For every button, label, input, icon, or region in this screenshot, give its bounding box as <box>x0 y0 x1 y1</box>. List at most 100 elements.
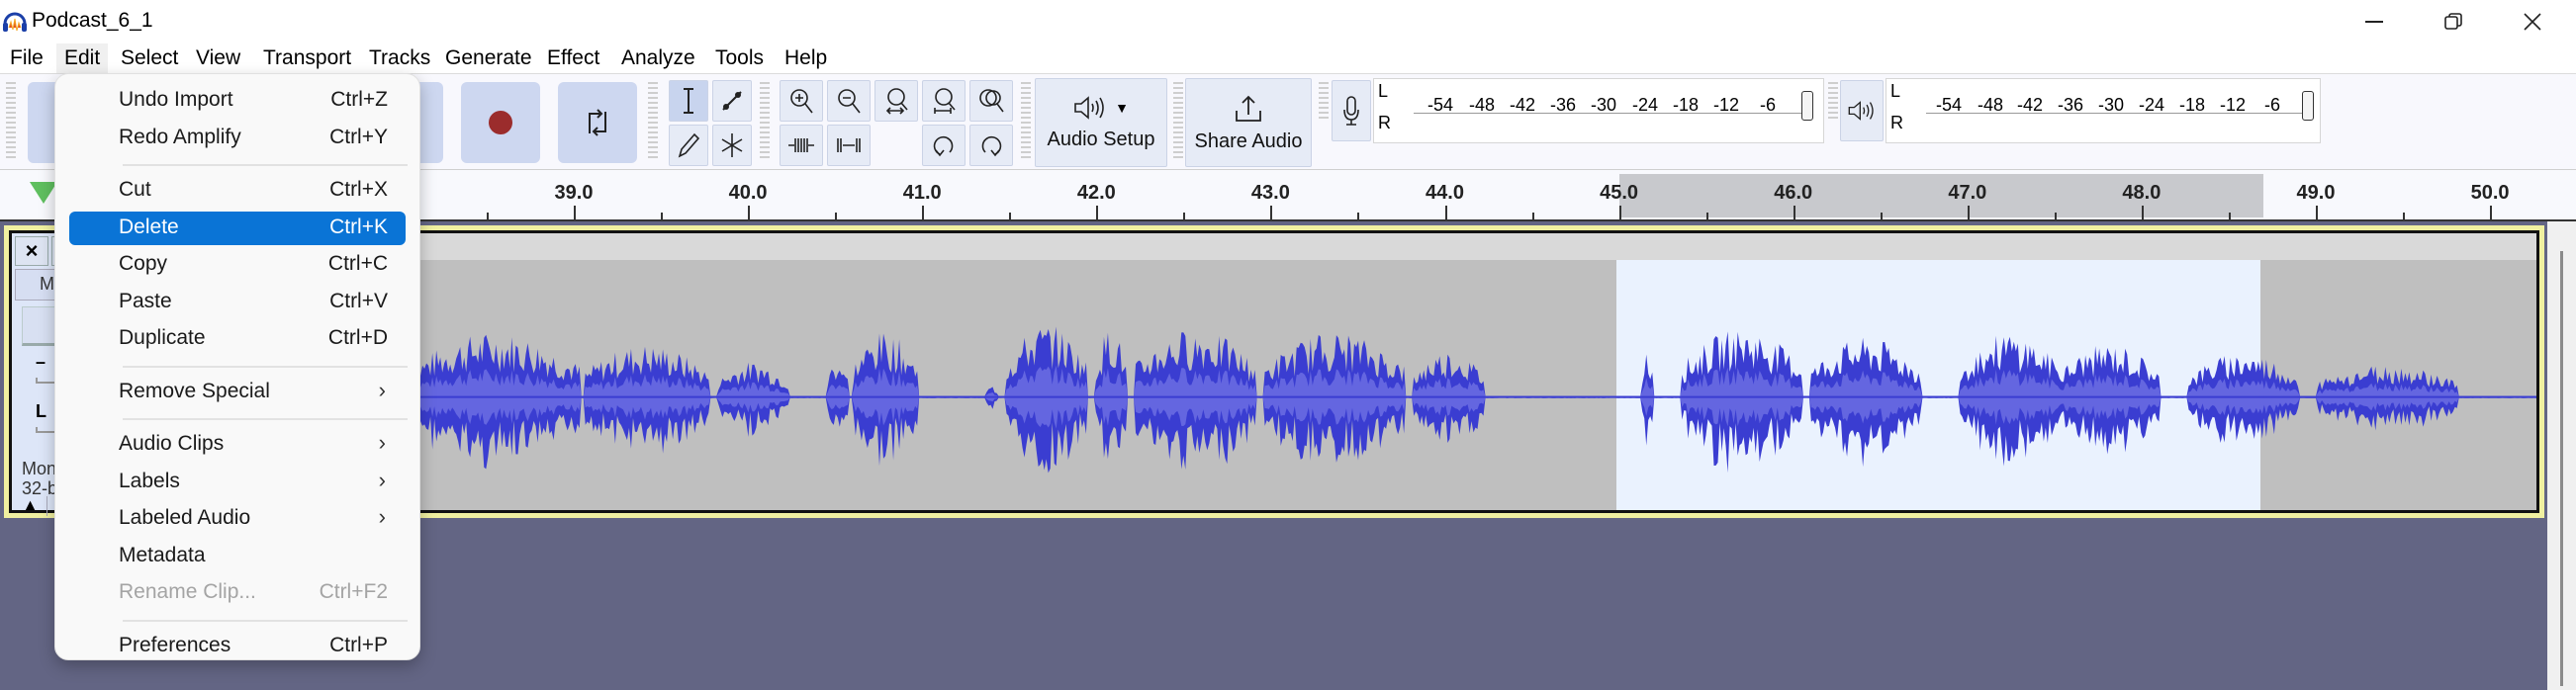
menu-edit[interactable]: Edit <box>56 43 109 73</box>
menu-analyze[interactable]: Analyze <box>613 43 703 73</box>
audio-clip[interactable] <box>411 233 2536 510</box>
meter-tick: -48 <box>1978 95 2004 115</box>
menu-item-label: Copy <box>119 252 168 275</box>
close-icon: × <box>25 238 39 263</box>
playback-meter[interactable]: L R -54 -48 -42 -36 -30 -24 -18 -12 -6 <box>1886 78 2321 143</box>
menu-tracks[interactable]: Tracks <box>361 43 438 73</box>
menu-tools[interactable]: Tools <box>707 43 772 73</box>
menu-item-label: Audio Clips <box>119 432 225 455</box>
menu-select[interactable]: Select <box>113 43 186 73</box>
redo-button[interactable] <box>969 125 1013 166</box>
fit-project-button[interactable] <box>922 80 966 122</box>
scrollbar-thumb[interactable] <box>2560 251 2563 686</box>
menu-item-undo-import[interactable]: Undo Import Ctrl+Z <box>69 84 406 118</box>
ruler-label: 46.0 <box>1774 182 1813 204</box>
zoom-toggle-button[interactable] <box>969 80 1013 122</box>
menu-item-paste[interactable]: Paste Ctrl+V <box>69 286 406 319</box>
ruler-minor-tick <box>2403 213 2406 219</box>
menu-item-label: Labeled Audio <box>119 506 251 529</box>
ruler-major-tick <box>1270 206 1273 219</box>
multi-tool-button[interactable] <box>712 125 752 166</box>
minimize-button[interactable] <box>2330 0 2419 43</box>
ruler-major-tick <box>922 206 925 219</box>
zoom-fit-icon <box>934 88 956 114</box>
menu-item-shortcut: Ctrl+K <box>329 215 388 238</box>
speaker-icon <box>1848 101 1874 121</box>
vertical-scrollbar[interactable] <box>2547 221 2576 690</box>
menu-effect[interactable]: Effect <box>539 43 607 73</box>
menu-separator <box>123 164 408 166</box>
silence-icon <box>837 138 861 152</box>
menu-item-delete[interactable]: Delete Ctrl+K <box>69 211 406 245</box>
toolbar-grip[interactable] <box>1173 82 1183 161</box>
menu-item-remove-special[interactable]: Remove Special › <box>69 376 406 409</box>
playback-meter-button[interactable] <box>1840 80 1884 141</box>
menu-item-metadata[interactable]: Metadata <box>69 540 406 573</box>
menu-file[interactable]: File <box>2 43 51 73</box>
meter-slider-handle[interactable] <box>2302 91 2314 121</box>
play-head-icon[interactable] <box>30 182 57 204</box>
undo-button[interactable] <box>922 125 966 166</box>
toolbar-grip[interactable] <box>6 82 16 161</box>
share-icon <box>1236 95 1261 122</box>
audio-setup-button[interactable]: ▼ Audio Setup <box>1035 78 1167 167</box>
menu-item-preferences[interactable]: Preferences Ctrl+P <box>69 630 406 663</box>
loop-button[interactable] <box>558 82 637 163</box>
meter-slider-handle[interactable] <box>1801 91 1813 121</box>
loop-icon <box>589 109 606 136</box>
menu-item-copy[interactable]: Copy Ctrl+C <box>69 248 406 282</box>
meter-tick: -48 <box>1469 95 1496 115</box>
record-button[interactable] <box>461 82 540 163</box>
envelope-icon <box>722 91 742 111</box>
record-meter-button[interactable] <box>1332 80 1371 141</box>
zoom-out-button[interactable] <box>827 80 871 122</box>
ruler-label: 45.0 <box>1600 182 1639 204</box>
waveform[interactable] <box>411 260 2536 522</box>
fit-selection-button[interactable] <box>874 80 918 122</box>
meter-tick: -24 <box>1632 95 1659 115</box>
draw-tool-button[interactable] <box>669 125 708 166</box>
toolbar-grip[interactable] <box>760 82 770 161</box>
meter-tick: -18 <box>1673 95 1700 115</box>
meter-tick: -6 <box>2264 95 2281 115</box>
collapse-track-button[interactable]: ▲ <box>14 496 47 516</box>
menu-item-rename-clip: Rename Clip... Ctrl+F2 <box>69 576 406 610</box>
toolbar-grip[interactable] <box>1021 82 1031 161</box>
trim-audio-button[interactable] <box>780 125 823 166</box>
menu-view[interactable]: View <box>188 43 248 73</box>
meter-tick: -54 <box>1936 95 1963 115</box>
close-button[interactable] <box>2488 0 2576 43</box>
menu-separator <box>123 418 408 420</box>
ruler-label: 43.0 <box>1250 182 1290 204</box>
zoom-in-button[interactable] <box>780 80 823 122</box>
menu-item-label: Cut <box>119 178 151 201</box>
track-close-button[interactable]: × <box>15 236 48 266</box>
menu-item-labeled-audio[interactable]: Labeled Audio › <box>69 502 406 536</box>
menu-item-redo-amplify[interactable]: Redo Amplify Ctrl+Y <box>69 122 406 155</box>
ruler-major-tick <box>2490 206 2493 219</box>
menu-item-duplicate[interactable]: Duplicate Ctrl+D <box>69 322 406 356</box>
toolbar-grip[interactable] <box>1828 82 1838 122</box>
toolbar-grip[interactable] <box>648 82 658 161</box>
envelope-tool-button[interactable] <box>712 80 752 122</box>
meter-tick: -42 <box>1510 95 1536 115</box>
record-meter[interactable]: L R -54 -48 -42 -36 -30 -24 -18 -12 -6 <box>1373 78 1824 143</box>
restore-button[interactable] <box>2409 0 2498 43</box>
menu-item-cut[interactable]: Cut Ctrl+X <box>69 174 406 208</box>
menu-help[interactable]: Help <box>777 43 835 73</box>
menu-item-labels[interactable]: Labels › <box>69 466 406 499</box>
meter-tick: -30 <box>1591 95 1617 115</box>
selection-tool-button[interactable] <box>669 80 708 122</box>
clip-title-bar[interactable] <box>411 233 2536 260</box>
silence-audio-button[interactable] <box>827 125 871 166</box>
toolbar-grip[interactable] <box>1319 82 1329 122</box>
share-audio-button[interactable]: Share Audio <box>1185 78 1312 167</box>
menu-item-label: Metadata <box>119 543 206 566</box>
menu-transport[interactable]: Transport <box>255 43 359 73</box>
menu-generate[interactable]: Generate <box>437 43 540 73</box>
menu-item-audio-clips[interactable]: Audio Clips › <box>69 428 406 462</box>
menu-item-label: Duplicate <box>119 326 206 349</box>
submenu-chevron-icon: › <box>378 430 386 455</box>
menu-item-label: Labels <box>119 469 180 492</box>
pencil-icon <box>678 132 700 158</box>
